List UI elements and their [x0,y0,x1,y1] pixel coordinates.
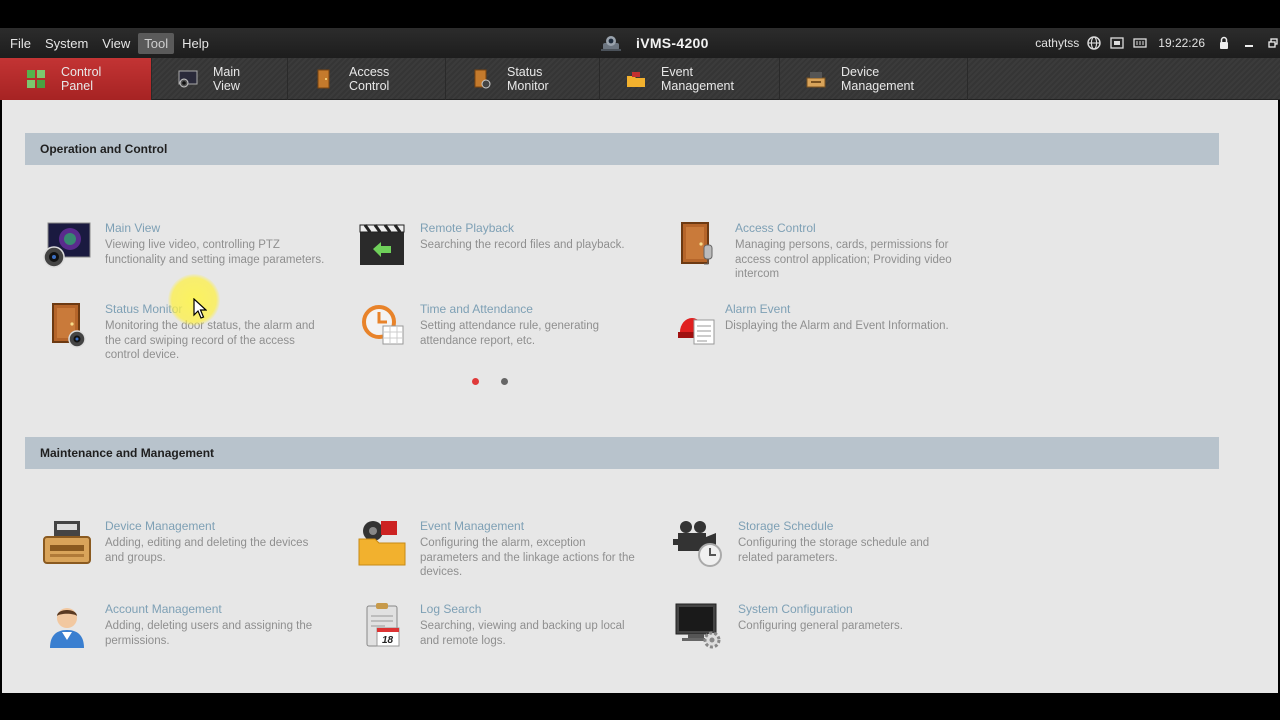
network-globe-icon[interactable] [1086,35,1102,51]
menu-system[interactable]: System [39,33,94,54]
log-search-icon: 18 [357,602,407,652]
module-title: Access Control [735,221,816,235]
event-management-icon [357,519,407,569]
module-system-configuration[interactable]: System Configuration Configuring general… [672,602,962,672]
module-event-management[interactable]: Event Management Configuring the alarm, … [357,519,647,589]
storage-schedule-icon [672,519,722,569]
cpu-usage-icon[interactable] [1109,35,1125,51]
time-attendance-icon [357,302,407,352]
tab-device-management[interactable]: Device Management [780,58,968,100]
main-view-icon [178,69,198,89]
status-monitor-icon [42,302,92,352]
status-area: cathytss 19:22:26 [1035,28,1280,58]
module-title: Main View [105,221,161,235]
module-device-management[interactable]: Device Management Adding, editing and de… [42,519,332,589]
module-log-search[interactable]: 18 Log Search Searching, viewing and bac… [357,602,647,672]
tab-label: Device Management [841,65,914,93]
remote-playback-icon [357,221,407,271]
module-title: Device Management [105,519,216,533]
mouse-pointer-icon [193,297,208,320]
system-configuration-icon [672,602,722,652]
app-window: File System View Tool Help iVMS-4200 cat… [0,0,1280,720]
restore-button[interactable] [1266,28,1280,58]
module-description: Configuring general parameters. [738,620,903,632]
restore-icon [1268,38,1278,48]
account-management-icon [42,602,92,652]
tab-label: Control Panel [61,65,102,93]
lock-icon[interactable] [1216,35,1232,51]
control-panel-icon [26,69,46,89]
title-bar: File System View Tool Help iVMS-4200 cat… [0,28,1280,58]
module-description: Searching, viewing and backing up local … [420,620,625,647]
tab-status-monitor[interactable]: Status Monitor [446,58,600,100]
menu-help[interactable]: Help [176,33,215,54]
clock: 19:22:26 [1158,36,1205,50]
module-description: Displaying the Alarm and Event Informati… [725,320,949,332]
module-alarm-event[interactable]: Alarm Event Displaying the Alarm and Eve… [672,302,962,372]
username: cathytss [1035,36,1080,50]
module-title: Event Management [420,519,525,533]
tab-control-panel[interactable]: Control Panel [0,58,152,100]
module-title: Account Management [105,602,222,616]
module-title: Time and Attendance [420,302,533,316]
page-dot-2[interactable] [501,378,508,385]
tab-label: Status Monitor [507,65,549,93]
module-description: Monitoring the door status, the alarm an… [105,320,315,361]
module-description: Viewing live video, controlling PTZ func… [105,239,325,266]
access-control-icon [672,221,722,271]
menu-tool[interactable]: Tool [138,32,175,54]
module-title: Storage Schedule [738,519,834,533]
minimize-icon [1245,45,1253,47]
tab-access-control[interactable]: Access Control [288,58,446,100]
module-description: Managing persons, cards, permissions for… [735,239,952,280]
module-description: Configuring the alarm, exception paramet… [420,537,635,578]
camera-logo-icon [600,34,622,52]
module-description: Adding, deleting users and assigning the… [105,620,313,647]
module-access-control[interactable]: Access Control Managing persons, cards, … [672,221,962,291]
device-management-icon [42,519,92,569]
menu-bar: File System View Tool Help [4,28,217,58]
module-description: Configuring the storage schedule and rel… [738,537,930,564]
section-maintenance-management: Maintenance and Management [25,437,1219,469]
tab-bar: Control Panel Main View Access Control S… [0,58,1280,100]
module-description: Adding, editing and deleting the devices… [105,537,309,564]
module-title: System Configuration [738,602,853,616]
module-title: Remote Playback [420,221,515,235]
event-management-icon [626,69,646,89]
alarm-event-icon [672,302,722,352]
status-monitor-icon [472,69,492,89]
module-description: Searching the record files and playback. [420,239,625,251]
module-remote-playback[interactable]: Remote Playback Searching the record fil… [357,221,647,291]
module-storage-schedule[interactable]: Storage Schedule Configuring the storage… [672,519,962,589]
app-title-text: iVMS-4200 [636,35,709,51]
tab-label: Access Control [349,65,390,93]
access-control-icon [314,69,334,89]
module-title: Log Search [420,602,482,616]
control-panel-content: Operation and Control Main View Viewing … [2,100,1278,693]
module-description: Setting attendance rule, generating atte… [420,320,600,347]
tab-main-view[interactable]: Main View [152,58,288,100]
menu-view[interactable]: View [96,33,136,54]
section-operation-control: Operation and Control [25,133,1219,165]
bottom-letterbox [0,693,1280,720]
tab-label: Main View [213,65,241,93]
app-title: iVMS-4200 [600,28,709,58]
log-icon-day: 18 [382,635,394,646]
tab-event-management[interactable]: Event Management [600,58,780,100]
module-time-attendance[interactable]: Time and Attendance Setting attendance r… [357,302,647,372]
main-view-icon [42,221,92,271]
ram-usage-icon[interactable] [1132,35,1148,51]
menu-file[interactable]: File [4,33,37,54]
module-account-management[interactable]: Account Management Adding, deleting user… [42,602,332,672]
module-title: Alarm Event [725,302,791,316]
minimize-button[interactable] [1238,28,1260,58]
device-management-icon [806,69,826,89]
page-dot-1[interactable] [472,378,479,385]
tab-label: Event Management [661,65,734,93]
